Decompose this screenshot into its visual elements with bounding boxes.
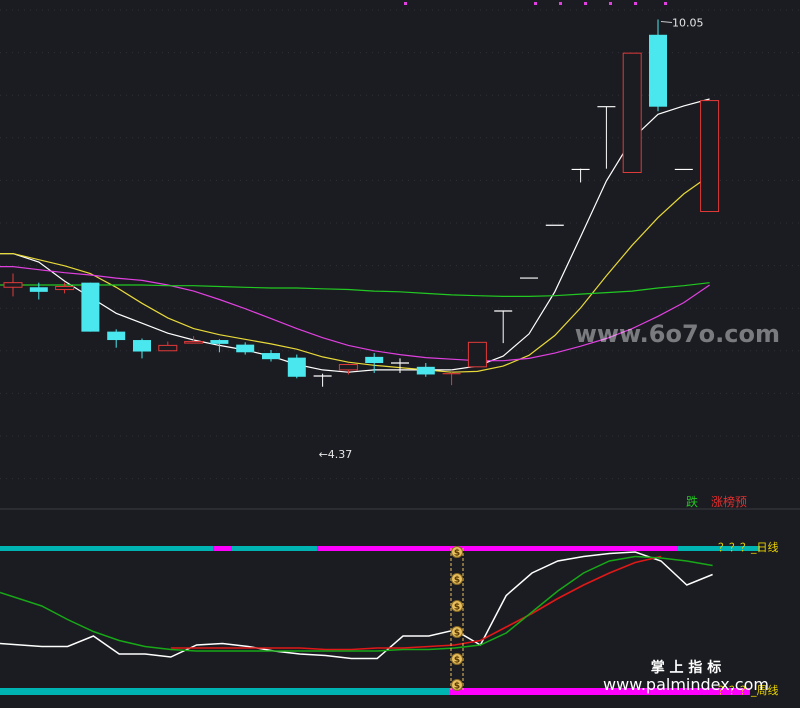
candle	[107, 329, 126, 348]
candle	[649, 19, 667, 112]
candle	[236, 342, 255, 355]
candle-body	[649, 34, 667, 107]
candle	[391, 358, 409, 373]
candle	[494, 310, 513, 344]
candle	[210, 339, 229, 353]
marker-dot	[664, 2, 667, 5]
candle	[622, 52, 642, 173]
daily-band-label: ？？？_日线	[718, 540, 779, 554]
candle-body	[184, 341, 204, 344]
candle-body	[210, 340, 229, 344]
daily-band-segment	[232, 546, 317, 551]
coin-icon: $	[451, 600, 463, 613]
coin-icon-glyph: $	[454, 656, 460, 666]
candle	[571, 168, 590, 183]
candle-body	[287, 357, 306, 377]
marker-dot	[404, 2, 407, 5]
candle	[313, 373, 332, 387]
candle-body	[107, 331, 126, 341]
coin-icon: $	[451, 546, 463, 559]
coin-icon: $	[451, 573, 463, 586]
coin-icon: $	[451, 653, 463, 666]
candle-body	[338, 364, 358, 371]
signal-label-fall: 跌	[686, 494, 698, 509]
indicator-line-3	[0, 555, 713, 652]
high-arrow	[660, 20, 673, 23]
signal-label-rise: 涨榜预	[711, 494, 747, 509]
candle-body	[236, 344, 255, 353]
candle-body	[81, 282, 100, 332]
indicator-line-1	[0, 551, 713, 660]
candle-body	[622, 52, 642, 173]
candle-body	[467, 341, 487, 368]
candle	[338, 363, 358, 375]
ma-line-4	[0, 282, 710, 297]
candle	[3, 273, 23, 297]
marker-dot	[634, 2, 637, 5]
price-grid	[0, 9, 800, 480]
watermark-palmindex: www.palmindex.com	[603, 675, 769, 694]
coin-icon-glyph: $	[454, 576, 460, 586]
candle-body	[133, 340, 151, 352]
coin-icon-glyph: $	[454, 549, 460, 559]
candle-body	[365, 356, 384, 363]
candle-body	[416, 366, 435, 375]
stock-chart: 10.05←4.37跌 涨榜预 ？？？_日线？？？_周线$$$$$$ www.6o…	[0, 2, 800, 697]
candle	[133, 338, 151, 359]
marker-dot	[559, 2, 562, 5]
coin-icon-glyph: $	[454, 682, 460, 692]
candle	[262, 349, 280, 362]
candle	[184, 336, 204, 344]
candle-body	[700, 100, 720, 213]
candle-body	[158, 344, 178, 352]
candle	[55, 282, 75, 294]
watermark-6o7o: www.6o7o.com	[575, 320, 780, 348]
candle	[700, 100, 720, 213]
high-price-label: 10.05	[672, 16, 704, 29]
daily-band-segment	[213, 546, 232, 551]
watermarks: www.6o7o.com 掌 上 指 标www.palmindex.com	[575, 320, 780, 694]
coin-icon-glyph: $	[454, 603, 460, 613]
candle-body	[29, 287, 48, 292]
marker-dot	[609, 2, 612, 5]
candle	[416, 362, 435, 377]
marker-dot	[534, 2, 537, 5]
candle	[467, 341, 487, 368]
low-price-label: ←4.37	[319, 448, 353, 461]
candle	[158, 341, 178, 352]
candle-body	[3, 282, 23, 288]
daily-band-segment	[0, 546, 213, 551]
coin-icon: $	[451, 626, 463, 639]
candle	[81, 282, 100, 332]
price-annotations: 10.05 ←4.37 跌 涨榜预	[319, 2, 747, 509]
weekly-band-segment	[0, 688, 450, 695]
watermark-palm-title: 掌 上 指 标	[651, 659, 722, 676]
candle-body	[262, 353, 280, 360]
coin-icon-glyph: $	[454, 629, 460, 639]
candle-body	[55, 285, 75, 291]
daily-band-segment	[317, 546, 678, 551]
candle	[287, 354, 306, 379]
marker-dot	[584, 2, 587, 5]
